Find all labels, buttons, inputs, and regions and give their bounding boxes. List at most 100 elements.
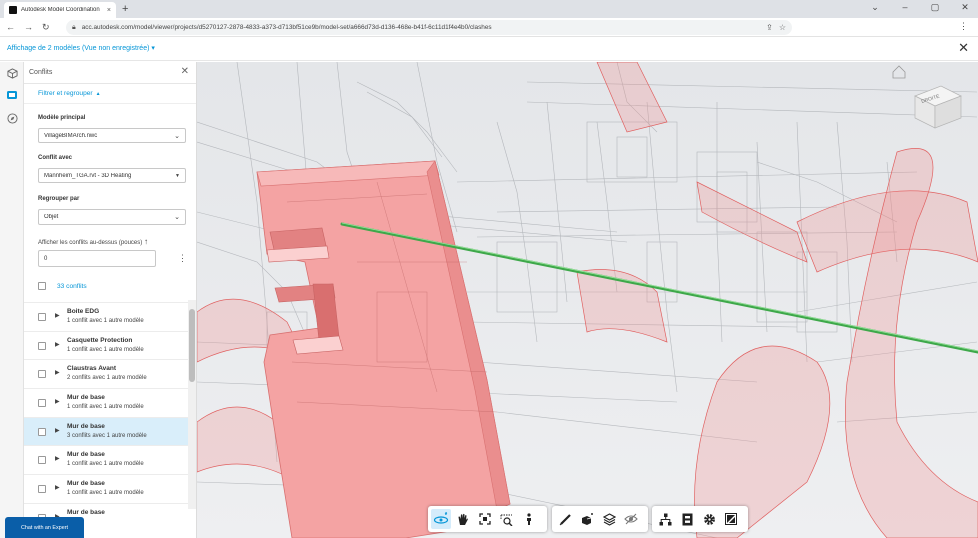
chevron-down-icon: ⌄ [174, 132, 180, 140]
autodesk-favicon-icon [9, 6, 17, 14]
conflict-object-name: Mur de base [67, 508, 105, 516]
more-options-icon[interactable]: ⋮ [178, 253, 187, 264]
reload-icon[interactable]: ↻ [42, 22, 50, 33]
expand-caret-icon[interactable]: ▶ [55, 455, 60, 462]
browser-tab-bar: Autodesk Model Coordination × + ⌄ – ▢ ✕ [0, 0, 978, 18]
conflict-detail: 2 conflits avec 1 autre modèle [67, 375, 147, 382]
viewer-scene: DROITE [197, 62, 978, 538]
conflict-list-item[interactable]: ▶ Mur de base 1 conflit avec 1 autre modèl… [24, 388, 194, 417]
view-title-dropdown[interactable]: Affichage de 2 modèles (Vue non enregist… [7, 44, 155, 52]
conflict-checkbox[interactable] [38, 341, 46, 350]
conflict-object-name: Mur de base [67, 422, 105, 430]
share-icon[interactable]: ⇪ [766, 23, 773, 32]
group-by-value: Objet [44, 214, 59, 220]
properties-icon[interactable] [677, 509, 697, 529]
conflict-checkbox[interactable] [38, 313, 46, 321]
tab-search-icon[interactable]: ⌄ [868, 2, 882, 13]
tab-close-icon[interactable]: × [107, 7, 111, 14]
url-bar[interactable]: 🔒︎ acc.autodesk.com/model/viewer/project… [66, 20, 792, 35]
conflict-object-name: Casquette Protection [67, 336, 133, 344]
conflict-checkbox[interactable] [38, 456, 46, 465]
conflict-object-name: Boite EDG [67, 308, 100, 315]
window-close-button[interactable]: ✕ [958, 2, 972, 13]
expand-caret-icon[interactable]: ▶ [55, 398, 60, 405]
conflict-object-name: Mur de base [67, 394, 105, 402]
conflict-checkbox[interactable] [38, 370, 46, 379]
main-model-label: Modèle principal [38, 115, 86, 121]
tab-title: Autodesk Model Coordination [21, 7, 100, 13]
fit-view-icon[interactable] [475, 509, 495, 529]
expand-caret-icon[interactable]: ▶ [55, 341, 60, 348]
conflict-detail: 1 conflit avec 1 autre modèle [67, 318, 144, 324]
compass-icon[interactable] [6, 112, 18, 124]
conflict-object-name: Mur de base [67, 451, 105, 459]
expand-caret-icon[interactable]: ▶ [55, 427, 60, 434]
expand-caret-icon[interactable]: ▶ [55, 369, 60, 376]
panel-title: Conflits [29, 69, 53, 76]
left-tool-rail [0, 62, 24, 538]
browser-tab[interactable]: Autodesk Model Coordination × [4, 2, 116, 18]
section-icon[interactable] [577, 509, 597, 529]
model-browser-icon[interactable] [655, 509, 675, 529]
select-all-row: 33 conflits [38, 282, 87, 290]
group-by-label: Regrouper par [38, 196, 80, 202]
settings-toolbar [652, 506, 748, 532]
window-controls: ⌄ – ▢ ✕ [868, 2, 972, 13]
conflict-detail: 1 conflit avec 1 autre modèle [67, 404, 144, 411]
chevron-down-icon: ⌄ [174, 214, 180, 221]
address-bar-row: ← → ↻ 🔒︎ acc.autodesk.com/model/viewer/p… [0, 18, 978, 37]
clashes-icon[interactable] [6, 89, 18, 101]
measure-icon[interactable] [555, 509, 575, 529]
conflict-with-select[interactable]: Mannheim_TGA.rvt - 3D Heating ▼ [38, 168, 186, 183]
conflict-list-item[interactable]: ▶ Mur de base 3 conflits avec 1 autre modè… [24, 416, 194, 446]
conflict-checkbox[interactable] [38, 399, 46, 408]
bookmark-star-icon[interactable]: ☆ [779, 23, 786, 32]
tools-toolbar [552, 506, 648, 532]
expand-caret-icon[interactable]: ▶ [55, 484, 60, 491]
conflict-list-item[interactable]: ▶ Mur de base 1 conflit avec 1 autre modèl… [24, 445, 194, 474]
zoom-window-icon[interactable] [497, 509, 517, 529]
models-cube-icon[interactable] [6, 67, 18, 79]
conflict-checkbox[interactable] [38, 427, 46, 436]
explode-icon[interactable] [599, 509, 619, 529]
pan-icon[interactable] [453, 509, 473, 529]
group-by-select[interactable]: Objet ⌄ [38, 209, 186, 225]
navigation-toolbar [428, 506, 547, 532]
conflict-list-scrollbar-thumb[interactable] [189, 309, 195, 382]
main-model-select[interactable]: VillageBIMArch.nwc ⌄ [38, 128, 186, 143]
chat-with-expert-button[interactable]: Chat with an Expert [5, 517, 84, 538]
panel-close-icon[interactable]: ✕ [181, 66, 189, 77]
first-person-icon[interactable] [519, 509, 539, 529]
main-model-value: VillageBIMArch.nwc [44, 132, 98, 139]
conflict-list-item[interactable]: ▶ Mur de base 1 conflit avec 1 autre modèl… [24, 474, 194, 503]
hide-icon[interactable] [621, 509, 641, 529]
conflict-list-item[interactable]: ▶ Claustras Avant 2 conflits avec 1 autre … [24, 359, 194, 388]
minimize-button[interactable]: – [898, 2, 912, 13]
filter-group-toggle[interactable]: Filtrer et regrouper ▲ [24, 84, 196, 104]
conflict-checkbox[interactable] [38, 485, 46, 494]
fullscreen-icon[interactable] [721, 509, 741, 529]
browser-menu-icon[interactable]: ⋮ [959, 21, 968, 32]
conflict-object-name: Claustras Avant [67, 365, 117, 373]
maximize-button[interactable]: ▢ [928, 2, 942, 13]
sort-arrow-up-icon[interactable]: ↑ [144, 237, 148, 246]
caret-down-icon: ▼ [175, 172, 180, 179]
conflict-detail: 3 conflits avec 1 autre modèle [67, 432, 147, 439]
settings-icon[interactable] [699, 509, 719, 529]
expand-caret-icon[interactable]: ▶ [55, 312, 60, 319]
conflict-list-item[interactable]: ▶ Boite EDG 1 conflit avec 1 autre modèle [24, 302, 194, 331]
url-text[interactable]: acc.autodesk.com/model/viewer/projects/d… [82, 24, 760, 31]
new-tab-button[interactable]: + [122, 3, 128, 15]
lock-icon[interactable]: 🔒︎ [72, 24, 76, 32]
conflict-list-item[interactable]: ▶ Casquette Protection 1 conflit avec 1 au… [24, 330, 194, 360]
show-above-label: Afficher les conflits au-dessus (pouces)… [38, 237, 148, 246]
forward-arrow-icon[interactable]: → [24, 22, 33, 32]
show-above-input[interactable]: 0 [38, 250, 156, 267]
select-all-checkbox[interactable] [38, 282, 46, 290]
conflict-count-label[interactable]: 33 conflits [57, 283, 87, 290]
model-viewer-canvas[interactable]: DROITE [197, 62, 978, 538]
orbit-icon[interactable] [431, 509, 451, 529]
close-viewer-button[interactable]: ✕ [958, 40, 969, 56]
back-arrow-icon[interactable]: ← [6, 22, 15, 32]
conflict-detail: 1 conflit avec 1 autre modèle [67, 346, 144, 353]
